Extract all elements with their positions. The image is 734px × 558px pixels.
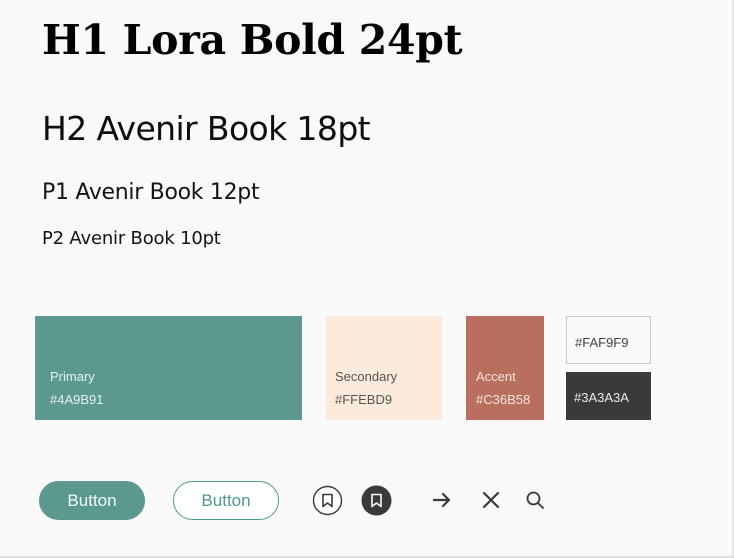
dark-neutral-swatch: #3A3A3A [566, 372, 651, 420]
h2-specimen: H2 Avenir Book 18pt [42, 109, 371, 148]
h1-specimen: H1 Lora Bold 24pt [42, 16, 463, 64]
outline-button[interactable]: Button [173, 481, 279, 520]
p1-specimen: P1 Avenir Book 12pt [42, 180, 260, 205]
primary-swatch-name: Primary [50, 369, 95, 384]
accent-swatch: Accent #C36B58 [466, 316, 544, 420]
secondary-swatch-hex: #FFEBD9 [335, 392, 393, 407]
bookmark-filled-icon[interactable] [361, 485, 392, 516]
dark-neutral-swatch-hex: #3A3A3A [574, 390, 629, 405]
accent-swatch-hex: #C36B58 [476, 392, 531, 407]
light-neutral-swatch: #FAF9F9 [566, 316, 651, 364]
filled-button[interactable]: Button [39, 481, 145, 520]
primary-swatch-hex: #4A9B91 [50, 392, 104, 407]
bookmark-outline-icon[interactable] [312, 485, 343, 516]
arrow-right-icon[interactable] [431, 489, 453, 511]
accent-swatch-name: Accent [476, 369, 516, 384]
secondary-swatch-name: Secondary [335, 369, 398, 384]
light-neutral-swatch-hex: #FAF9F9 [575, 335, 629, 350]
secondary-swatch: Secondary #FFEBD9 [326, 316, 442, 420]
p2-specimen: P2 Avenir Book 10pt [42, 228, 221, 249]
search-icon[interactable] [524, 489, 546, 511]
primary-swatch: Primary #4A9B91 [35, 316, 302, 420]
close-icon[interactable] [480, 489, 502, 511]
